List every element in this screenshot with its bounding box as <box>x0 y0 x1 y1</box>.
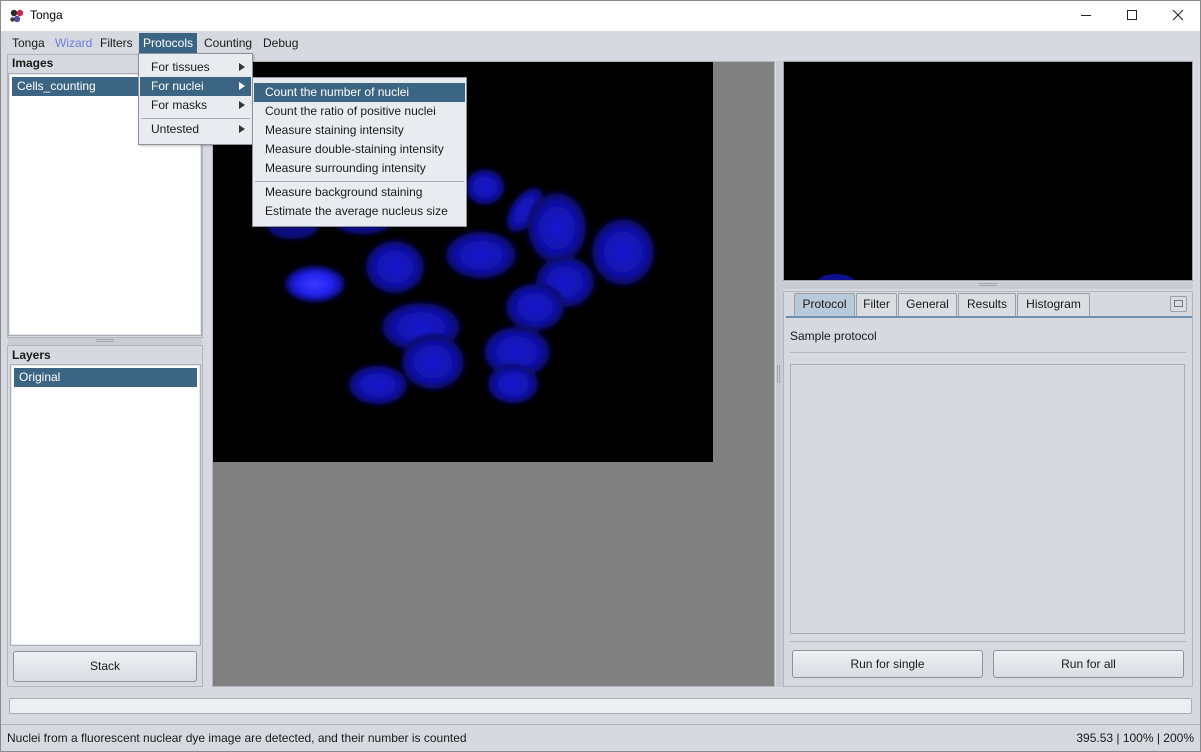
menu-item-measure-staining[interactable]: Measure staining intensity <box>254 121 465 140</box>
minimize-icon <box>1081 15 1091 16</box>
menu-item-untested[interactable]: Untested <box>140 120 251 139</box>
images-label: Images <box>12 56 54 70</box>
preview-image[interactable] <box>783 61 1193 281</box>
maximize-icon <box>1127 10 1137 20</box>
menu-item-label: For masks <box>151 98 208 112</box>
run-single-button[interactable]: Run for single <box>792 650 983 678</box>
tab-results[interactable]: Results <box>958 293 1016 316</box>
stack-button[interactable]: Stack <box>13 651 197 682</box>
menu-item-count-nuclei[interactable]: Count the number of nuclei <box>254 83 465 102</box>
tab-general[interactable]: General <box>898 293 957 316</box>
divider <box>790 641 1186 642</box>
menu-item-for-masks[interactable]: For masks <box>140 96 251 115</box>
window-title: Tonga <box>30 8 63 22</box>
close-button[interactable] <box>1155 0 1201 30</box>
splitter-grip-icon <box>96 339 114 342</box>
menu-protocols[interactable]: Protocols <box>139 33 198 53</box>
divider <box>1 724 1200 725</box>
menu-tonga[interactable]: Tonga <box>8 33 49 53</box>
list-item-layer[interactable]: Original <box>14 368 197 387</box>
submenu-arrow-icon <box>239 63 245 71</box>
splitter-grip-icon <box>777 365 780 383</box>
left-splitter[interactable] <box>8 338 202 345</box>
status-message: Nuclei from a fluorescent nuclear dye im… <box>7 731 467 745</box>
menu-separator <box>255 181 464 182</box>
menu-filters[interactable]: Filters <box>96 33 137 53</box>
splitter-grip-icon <box>979 283 997 286</box>
protocol-name: Sample protocol <box>790 329 877 343</box>
menu-item-label: For tissues <box>151 60 210 74</box>
menu-separator <box>141 118 250 119</box>
minimize-button[interactable] <box>1063 0 1109 30</box>
menu-item-label: Untested <box>151 122 200 136</box>
vertical-splitter[interactable] <box>776 61 783 687</box>
menu-item-for-nuclei[interactable]: For nuclei <box>140 77 251 96</box>
layers-label: Layers <box>12 348 51 362</box>
tab-filter[interactable]: Filter <box>856 293 897 316</box>
menu-counting[interactable]: Counting <box>200 33 256 53</box>
window-restore-icon <box>1174 300 1183 307</box>
title-bar <box>0 0 1201 31</box>
maximize-panel-button[interactable] <box>1170 296 1187 312</box>
menu-wizard[interactable]: Wizard <box>51 33 96 53</box>
menu-item-measure-surrounding[interactable]: Measure surrounding intensity <box>254 159 465 178</box>
menu-item-count-ratio[interactable]: Count the ratio of positive nuclei <box>254 102 465 121</box>
right-splitter[interactable] <box>783 282 1193 289</box>
layers-list[interactable]: Original <box>10 364 201 646</box>
status-info: 395.53 | 100% | 200% <box>1076 731 1194 745</box>
progress-bar <box>9 698 1192 714</box>
protocol-parameters[interactable] <box>790 364 1185 634</box>
tab-underline <box>786 316 1192 318</box>
menu-debug[interactable]: Debug <box>259 33 302 53</box>
preview-nucleus-icon <box>817 274 855 280</box>
submenu-arrow-icon <box>239 82 245 90</box>
menu-item-estimate-size[interactable]: Estimate the average nucleus size <box>254 202 465 221</box>
run-all-button[interactable]: Run for all <box>993 650 1184 678</box>
menu-item-label: For nuclei <box>151 79 204 93</box>
menu-item-measure-double-staining[interactable]: Measure double-staining intensity <box>254 140 465 159</box>
divider <box>790 352 1186 353</box>
menu-item-measure-background[interactable]: Measure background staining <box>254 183 465 202</box>
tab-protocol[interactable]: Protocol <box>794 293 855 316</box>
submenu-arrow-icon <box>239 101 245 109</box>
protocols-menu: For tissues For nuclei For masks Unteste… <box>138 53 253 145</box>
tab-histogram[interactable]: Histogram <box>1017 293 1090 316</box>
nuclei-submenu: Count the number of nuclei Count the rat… <box>252 77 467 227</box>
app-logo-icon <box>9 8 25 24</box>
maximize-button[interactable] <box>1109 0 1155 30</box>
menu-bar: Tonga Wizard Filters Protocols Counting … <box>0 31 1201 53</box>
menu-item-for-tissues[interactable]: For tissues <box>140 58 251 77</box>
close-icon <box>1172 9 1184 21</box>
submenu-arrow-icon <box>239 125 245 133</box>
